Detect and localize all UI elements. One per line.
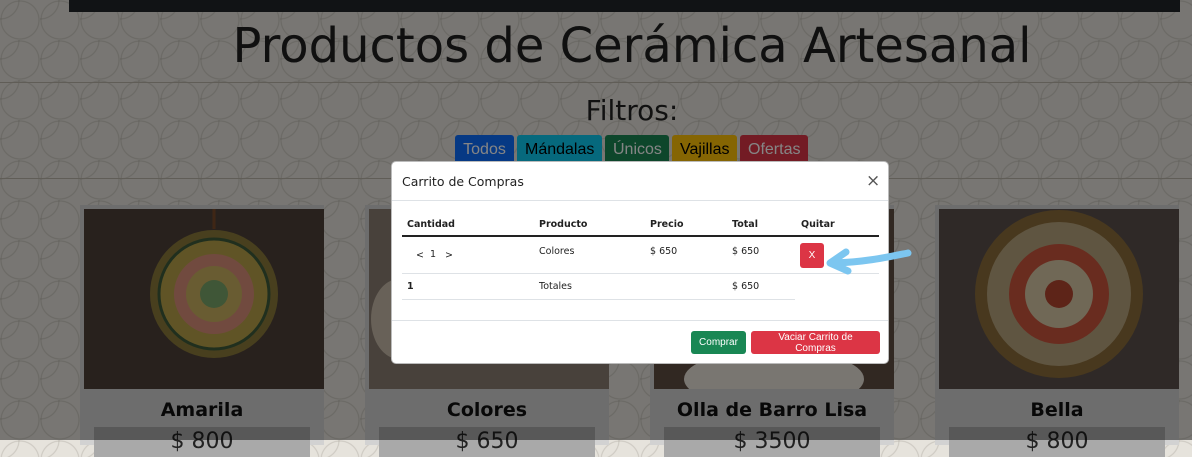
- annotation-arrow-icon: [826, 248, 912, 275]
- table-header-border: [402, 235, 879, 237]
- buy-button[interactable]: Comprar: [691, 331, 746, 354]
- item-price: $ 650: [650, 246, 678, 257]
- totals-amount: $ 650: [732, 281, 760, 292]
- totals-label: Totales: [539, 281, 572, 292]
- column-header-total: Total: [732, 219, 758, 230]
- empty-cart-button[interactable]: Vaciar Carrito de Compras: [751, 331, 880, 354]
- item-product: Colores: [539, 246, 575, 257]
- increase-quantity-button[interactable]: >: [445, 250, 453, 261]
- divider: [392, 320, 888, 321]
- column-header-quitar: Quitar: [801, 219, 835, 230]
- item-quantity: 1: [430, 249, 437, 260]
- item-total: $ 650: [732, 246, 760, 257]
- row-divider: [402, 273, 879, 274]
- column-header-precio: Precio: [650, 219, 684, 230]
- row-divider: [402, 299, 795, 300]
- column-header-cantidad: Cantidad: [407, 219, 455, 230]
- totals-quantity: 1: [407, 281, 414, 292]
- close-icon[interactable]: ×: [866, 171, 880, 191]
- cart-modal: Carrito de Compras × Cantidad Producto P…: [391, 161, 889, 364]
- divider: [392, 200, 888, 201]
- column-header-producto: Producto: [539, 219, 588, 230]
- decrease-quantity-button[interactable]: <: [416, 250, 424, 261]
- modal-title: Carrito de Compras: [402, 174, 524, 189]
